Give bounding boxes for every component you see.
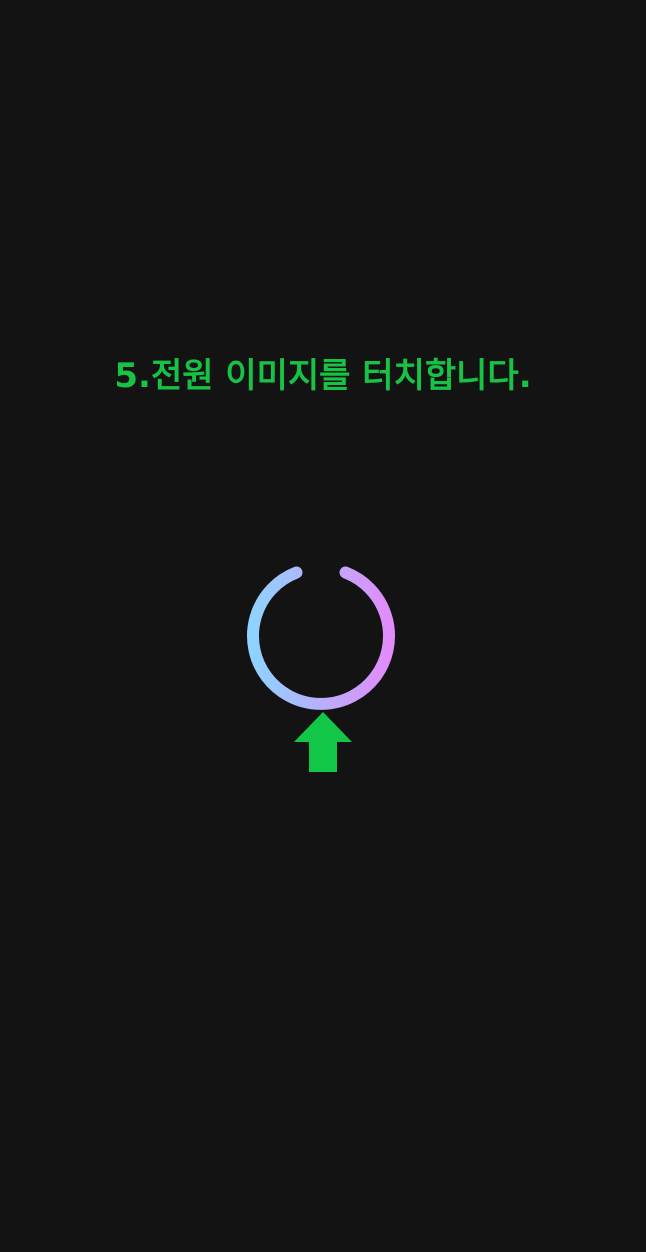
power-icon <box>247 542 395 710</box>
instruction-text: 5.전원 이미지를 터치합니다. <box>114 356 532 396</box>
arrow-up-icon <box>294 712 352 772</box>
pointer-arrow <box>294 712 352 774</box>
power-button[interactable] <box>241 538 401 714</box>
